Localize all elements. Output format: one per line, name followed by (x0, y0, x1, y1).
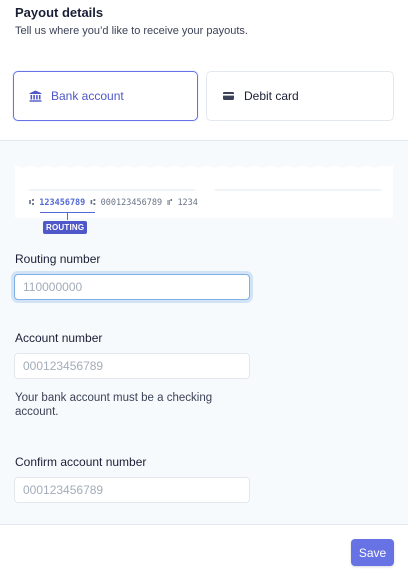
check-outline (15, 165, 393, 191)
micr-line: ⑆ 123456789 ⑆ 000123456789 ⑈ 1234 (29, 198, 198, 208)
on-us-symbol: ⑈ (167, 198, 173, 208)
routing-tag: ROUTING (43, 221, 88, 234)
credit-card-icon (223, 92, 234, 100)
confirm-account-label: Confirm account number (15, 455, 147, 469)
routing-pointer (67, 212, 68, 220)
debit-card-option[interactable]: Debit card (206, 71, 394, 121)
account-help-text: Your bank account must be a checking acc… (15, 392, 213, 418)
page-subtitle: Tell us where you’d like to receive your… (15, 25, 248, 37)
routing-number-input[interactable] (14, 274, 250, 300)
account-number-input[interactable] (14, 353, 250, 379)
transit-symbol: ⑆ (90, 198, 96, 208)
debit-card-label: Debit card (244, 89, 299, 103)
check-routing-number: 123456789 (39, 198, 86, 208)
account-number-label: Account number (15, 331, 103, 345)
save-button[interactable]: Save (351, 539, 394, 566)
page-title: Payout details (15, 5, 104, 20)
check-account-number: 000123456789 (100, 198, 163, 208)
confirm-account-input[interactable] (14, 477, 250, 503)
routing-symbol: ⑆ (29, 198, 35, 208)
bank-account-option[interactable]: Bank account (13, 71, 198, 121)
footer-bar (0, 524, 408, 572)
check-illustration: ⑆ 123456789 ⑆ 000123456789 ⑈ 1234 (15, 165, 393, 218)
bank-icon (29, 90, 42, 102)
check-number: 1234 (177, 198, 198, 208)
payout-header: Payout details Tell us where you’d like … (0, 0, 408, 141)
routing-number-label: Routing number (15, 252, 101, 266)
bank-account-label: Bank account (51, 89, 124, 103)
